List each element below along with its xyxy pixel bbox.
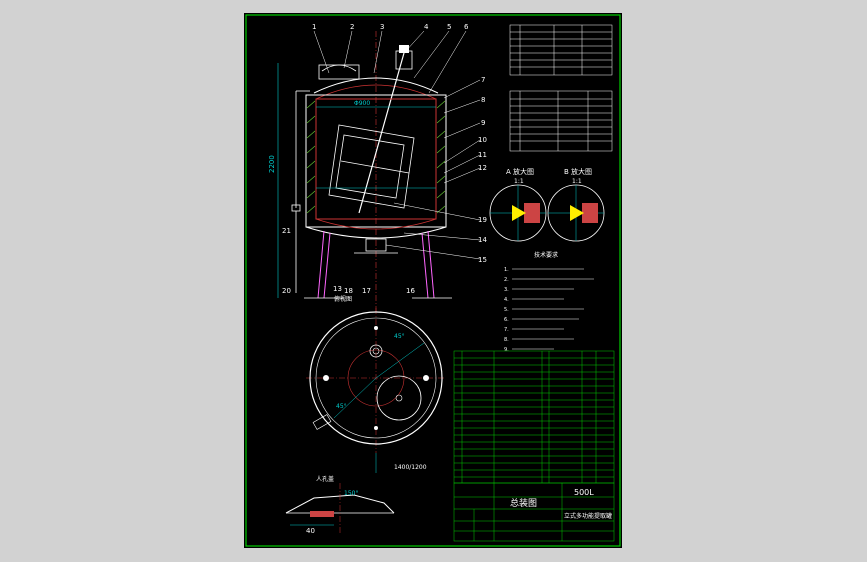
balloon-14: 14	[478, 236, 487, 244]
balloon-8: 8	[481, 96, 485, 104]
balloon-21: 21	[282, 227, 291, 235]
parameter-table	[509, 24, 613, 76]
tech-req-8: 8.	[504, 337, 509, 343]
balloon-4: 4	[424, 23, 429, 31]
balloon-12: 12	[478, 164, 487, 172]
cad-drawing: 2200 Φ900 1 2 3 4 5 6 7 8 9 10 11 12 13 …	[245, 14, 621, 547]
balloon-15: 15	[478, 256, 487, 264]
balloon-labels: 1 2 3 4 5 6 7 8 9 10 11 12 13 14 15 16 1…	[282, 23, 487, 295]
detail-b-title: B 放大图	[564, 167, 592, 176]
detail-b-scale: 1:1	[572, 178, 582, 185]
tech-req-4: 4.	[504, 297, 509, 303]
plan-manhole	[376, 375, 422, 421]
manhole	[318, 64, 360, 80]
title-name: 总装图	[510, 497, 537, 509]
cover-section: 人孔盖 40 150°	[285, 475, 395, 535]
tech-req-6: 6.	[504, 317, 509, 323]
title-subtitle: 立式多功能提取罐	[564, 512, 612, 520]
balloon-17: 17	[362, 287, 371, 295]
tech-req-1: 1.	[504, 267, 509, 273]
cover-section-title: 人孔盖	[316, 475, 334, 483]
vessel-elevation: 2200 Φ900	[268, 31, 452, 313]
parts-list	[453, 350, 615, 484]
balloon-3: 3	[380, 23, 384, 31]
title-capacity: 500L	[574, 488, 594, 497]
tech-req-5: 5.	[504, 307, 509, 313]
balloon-1: 1	[312, 23, 316, 31]
plan-view: 俯视图 45° 45° 1400/1200	[306, 295, 446, 473]
dia-dim-text: Φ900	[354, 100, 370, 107]
tech-req-7: 7.	[504, 327, 509, 333]
nozzle-table	[509, 90, 613, 152]
balloon-13: 13	[333, 285, 342, 293]
detail-a-weld	[512, 205, 526, 221]
balloon-11: 11	[478, 151, 487, 159]
balloon-20: 20	[282, 287, 291, 295]
detail-a: A 放大图 1:1	[489, 167, 547, 242]
detail-a-title: A 放大图	[506, 167, 534, 176]
height-dim-text: 2200	[268, 155, 276, 173]
tech-req-title: 技术要求	[534, 251, 558, 259]
plan-angle-a: 45°	[336, 403, 347, 410]
plan-view-title: 俯视图	[334, 295, 352, 303]
tech-req-2: 2.	[504, 277, 509, 283]
title-block: 总装图 500L 立式多功能提取罐	[453, 482, 615, 542]
cover-angle: 150°	[344, 490, 358, 497]
plan-angle-b: 45°	[394, 333, 405, 340]
tech-req-3: 3.	[504, 287, 509, 293]
detail-a-scale: 1:1	[514, 178, 524, 185]
detail-a-hatch	[524, 203, 540, 223]
cover-width-dim: 40	[306, 527, 315, 535]
drawing-sheet: 2200 Φ900 1 2 3 4 5 6 7 8 9 10 11 12 13 …	[244, 13, 622, 548]
detail-b-weld	[570, 205, 584, 221]
detail-b-hatch	[582, 203, 598, 223]
balloon-10: 10	[478, 136, 487, 144]
tech-requirements: 技术要求 1. 2. 3. 4. 5. 6. 7. 8. 9.	[504, 251, 594, 353]
balloon-18: 18	[344, 287, 353, 295]
balloon-16: 16	[406, 287, 415, 295]
balloon-6: 6	[464, 23, 469, 31]
bolt-circle-dim: 1400/1200	[394, 464, 427, 471]
balloon-2: 2	[350, 23, 354, 31]
detail-b: B 放大图 1:1	[547, 167, 605, 242]
balloon-9: 9	[481, 119, 485, 127]
tech-req-9: 9.	[504, 347, 509, 353]
balloon-5: 5	[447, 23, 451, 31]
balloon-7: 7	[481, 76, 485, 84]
basket	[328, 124, 415, 209]
balloon-19: 19	[478, 216, 487, 224]
